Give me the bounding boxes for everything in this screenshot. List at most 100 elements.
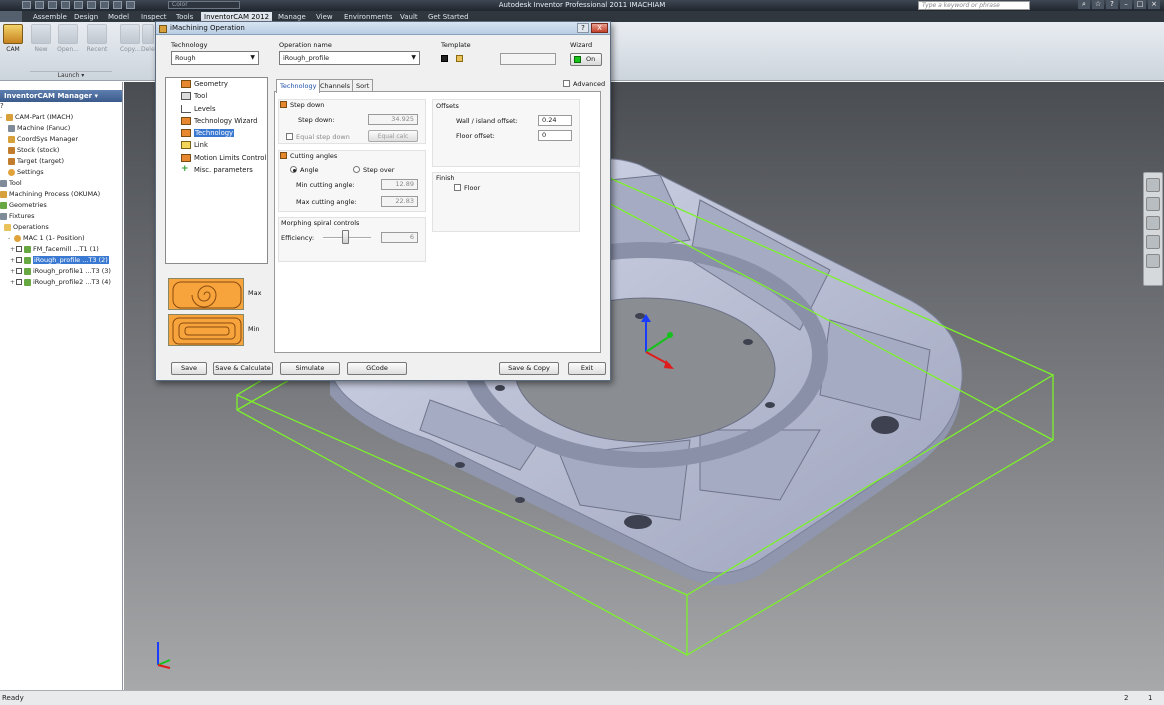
new-button[interactable]: New xyxy=(28,24,54,53)
open-button[interactable]: Open... xyxy=(55,24,81,53)
panel-header[interactable]: InventorCAM Manager ▾ xyxy=(0,90,122,102)
dialog-help-button[interactable]: ? xyxy=(577,23,589,33)
look-at-icon[interactable] xyxy=(1146,254,1160,268)
dialog-close-button[interactable]: X xyxy=(591,23,608,33)
tree-item-fixtures[interactable]: Fixtures xyxy=(0,211,122,222)
save-template-icon[interactable] xyxy=(441,55,448,62)
tree-item-geometry[interactable]: Geometry xyxy=(166,78,267,90)
launch-group-label[interactable]: Launch ▾ xyxy=(30,71,112,79)
navigation-bar[interactable] xyxy=(1143,172,1163,286)
save-button[interactable]: Save xyxy=(171,362,207,375)
cam-icon xyxy=(3,24,23,44)
tree-item-operations[interactable]: Operations xyxy=(0,222,122,233)
step-down-field[interactable]: 34.925 xyxy=(368,114,418,125)
delete-button[interactable]: Delete xyxy=(141,24,155,53)
bolt-hole xyxy=(455,462,465,468)
pan-icon[interactable] xyxy=(1146,197,1160,211)
save-and-calculate-button[interactable]: Save & Calculate xyxy=(213,362,273,375)
gcode-button[interactable]: GCode xyxy=(347,362,407,375)
toolpath-preview-min xyxy=(168,314,244,346)
close-icon[interactable]: × xyxy=(1148,0,1160,9)
copy-button[interactable]: Copy... xyxy=(117,24,143,53)
tab-technology[interactable]: Technology xyxy=(276,79,321,93)
cutting-angles-group-title: Cutting angles xyxy=(290,152,338,160)
tree-item-link[interactable]: Link xyxy=(166,139,267,151)
open-template-icon[interactable] xyxy=(456,55,463,62)
operation-checkbox[interactable] xyxy=(16,268,22,274)
tree-item-technology-wizard[interactable]: Technology Wizard xyxy=(166,115,267,127)
tree-item-machine[interactable]: Machine (Fanuc) xyxy=(0,123,122,134)
efficiency-slider-thumb[interactable] xyxy=(342,230,349,244)
operation-checkbox[interactable] xyxy=(16,246,22,252)
tab-design[interactable]: Design xyxy=(71,12,101,22)
tree-item-target[interactable]: Target (target) xyxy=(0,156,122,167)
tree-item-geometries[interactable]: Geometries xyxy=(0,200,122,211)
stock-icon xyxy=(8,146,15,154)
operation-name-dropdown[interactable]: iRough_profile ▼ xyxy=(279,51,420,65)
exit-button[interactable]: Exit xyxy=(568,362,606,375)
equal-step-down-checkbox[interactable] xyxy=(286,133,293,140)
tree-item-mac1[interactable]: - MAC 1 (1- Position) xyxy=(0,233,122,244)
max-cutting-angle-field[interactable]: 22.83 xyxy=(381,196,418,207)
help-icon[interactable]: ? xyxy=(0,102,122,110)
star-icon[interactable]: ☆ xyxy=(1092,0,1104,9)
tree-item-settings[interactable]: Settings xyxy=(0,167,122,178)
minimize-icon[interactable]: – xyxy=(1120,0,1132,9)
operation-checkbox[interactable] xyxy=(16,279,22,285)
tree-item-operation-selected[interactable]: + iRough_profile ...T3 (2) xyxy=(0,255,122,266)
search-input[interactable]: Type a keyword or phrase xyxy=(918,1,1030,10)
link-icon xyxy=(181,141,191,150)
technology-dropdown[interactable]: Rough ▼ xyxy=(171,51,259,65)
tree-item-operation[interactable]: + FM_facemill ...T1 (1) xyxy=(0,244,122,255)
operation-checkbox[interactable] xyxy=(16,257,22,263)
wizard-led-icon xyxy=(574,56,581,63)
window-controls: ⌕ ☆ ? – □ × xyxy=(1078,0,1160,9)
tree-item-levels[interactable]: Levels xyxy=(166,103,267,115)
technology-label: Technology xyxy=(171,41,208,49)
angle-radio[interactable] xyxy=(290,166,297,173)
title-bar: Color Autodesk Inventor Professional 201… xyxy=(0,0,1164,11)
open-icon xyxy=(58,24,78,44)
tree-item-technology[interactable]: Technology xyxy=(166,127,267,139)
orbit-icon[interactable] xyxy=(1146,235,1160,249)
recent-button[interactable]: Recent xyxy=(84,24,110,53)
tree-item-cam-part[interactable]: - CAM-Part (IMACH) xyxy=(0,112,122,123)
bolt-hole xyxy=(765,402,775,408)
application-menu-button[interactable] xyxy=(0,11,22,22)
geometries-icon xyxy=(0,201,7,209)
settings-gear-icon xyxy=(8,168,15,176)
wizard-toggle[interactable]: On xyxy=(570,53,602,66)
binoculars-icon[interactable]: ⌕ xyxy=(1078,0,1090,9)
floor-finish-checkbox[interactable] xyxy=(454,184,461,191)
wall-offset-field[interactable]: 0.24 xyxy=(538,115,572,126)
tree-item-tool[interactable]: Tool xyxy=(166,90,267,102)
save-and-copy-button[interactable]: Save & Copy xyxy=(499,362,559,375)
tree-item-tool[interactable]: Tool xyxy=(0,178,122,189)
simulate-button[interactable]: Simulate xyxy=(280,362,340,375)
min-cutting-angle-field[interactable]: 12.89 xyxy=(381,179,418,190)
tree-item-coordsys[interactable]: CoordSys Manager xyxy=(0,134,122,145)
min-cutting-angle-label: Min cutting angle: xyxy=(296,181,355,189)
tree-item-motion-limits[interactable]: Motion Limits Control xyxy=(166,152,267,164)
zoom-icon[interactable] xyxy=(1146,216,1160,230)
tree-item-machining-process[interactable]: Machining Process (OKUMA) xyxy=(0,189,122,200)
dialog-app-icon xyxy=(159,25,167,33)
help-icon[interactable]: ? xyxy=(1106,0,1118,9)
tree-item-operation[interactable]: + iRough_profile2 ...T3 (4) xyxy=(0,277,122,288)
advanced-checkbox[interactable] xyxy=(563,80,570,87)
tree-item-misc-parameters[interactable]: + Misc. parameters xyxy=(166,164,267,176)
maximize-icon[interactable]: □ xyxy=(1134,0,1146,9)
template-field[interactable] xyxy=(500,53,556,65)
floor-finish-label: Floor xyxy=(464,184,481,192)
efficiency-field[interactable]: 6 xyxy=(381,232,418,243)
cam-button[interactable]: CAM xyxy=(0,24,26,53)
step-over-radio[interactable] xyxy=(353,166,360,173)
tree-item-stock[interactable]: Stock (stock) xyxy=(0,145,122,156)
steering-wheel-icon[interactable] xyxy=(1146,178,1160,192)
tab-model[interactable]: Model xyxy=(105,12,132,22)
equal-calc-button[interactable]: Equal calc xyxy=(368,130,418,142)
tree-item-operation[interactable]: + iRough_profile1 ...T3 (3) xyxy=(0,266,122,277)
efficiency-label: Efficiency: xyxy=(281,234,315,242)
tab-assemble[interactable]: Assemble xyxy=(30,12,70,22)
floor-offset-field[interactable]: 0 xyxy=(538,130,572,141)
